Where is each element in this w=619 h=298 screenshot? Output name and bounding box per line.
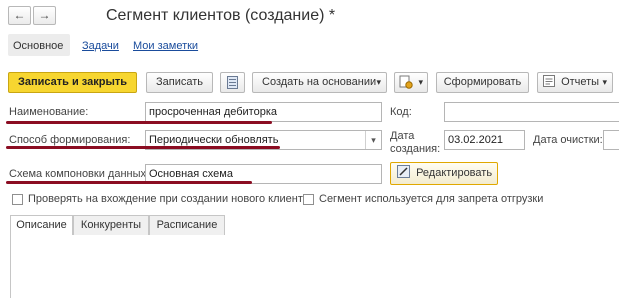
check-new-client[interactable] [12,194,23,205]
schema-label: Схема компоновки данных: [9,168,150,180]
forward-button[interactable]: → [33,6,56,25]
created-label-line2: создания: [390,143,441,155]
edit-button-label: Редактировать [416,167,493,179]
tab-competitors[interactable]: Конкуренты [73,215,149,235]
schema-underline [6,181,252,184]
method-underline [6,146,280,149]
tab-main[interactable]: Основное [13,40,63,52]
save-button[interactable]: Записать [146,72,213,93]
document-gear-icon [399,75,413,89]
tab-notes[interactable]: Мои заметки [133,40,198,52]
create-based-on-button[interactable]: Создать на основании ▾ [252,72,387,93]
created-date-field[interactable]: 03.02.2021 [444,130,525,150]
back-button[interactable]: ← [8,6,31,25]
tab-schedule[interactable]: Расписание [149,215,225,235]
chevron-down-icon[interactable]: ▾ [365,131,381,149]
list-icon [227,76,238,89]
clear-date-label: Дата очистки: [533,134,603,146]
window-title: Сегмент клиентов (создание) * [106,7,336,24]
check-new-client-label: Проверять на вхождение при создании ново… [28,193,309,205]
reports-icon [543,75,555,87]
edit-icon [397,165,410,178]
check-shipment-block[interactable] [303,194,314,205]
tab-tasks[interactable]: Задачи [82,40,119,52]
code-label: Код: [390,106,412,118]
tab-description[interactable]: Описание [10,215,73,236]
check-shipment-block-label: Сегмент используется для запрета отгрузк… [319,193,544,205]
created-label-line1: Дата [390,130,415,142]
save-and-close-button[interactable]: Записать и закрыть [8,72,137,93]
list-button[interactable] [220,72,245,93]
name-underline [6,121,272,124]
edit-button[interactable]: Редактировать [390,162,498,185]
chevron-down-icon: ▾ [376,77,381,87]
reports-button[interactable]: Отчеты ▾ [537,72,613,93]
code-field[interactable] [444,102,619,122]
name-field[interactable]: просроченная дебиторка [145,102,382,122]
method-label: Способ формирования: [9,134,131,146]
chevron-down-icon: ▾ [602,77,607,87]
method-value: Периодически обновлять [149,134,279,146]
create-based-on-label: Создать на основании [262,76,377,88]
form-button[interactable]: Сформировать [436,72,529,93]
chevron-down-icon: ▾ [418,77,423,87]
attachments-button[interactable]: ▾ [394,72,428,93]
description-textarea[interactable] [10,235,619,298]
name-label: Наименование: [9,106,89,118]
reports-label: Отчеты [561,76,600,88]
clear-date-field[interactable] [603,130,619,150]
